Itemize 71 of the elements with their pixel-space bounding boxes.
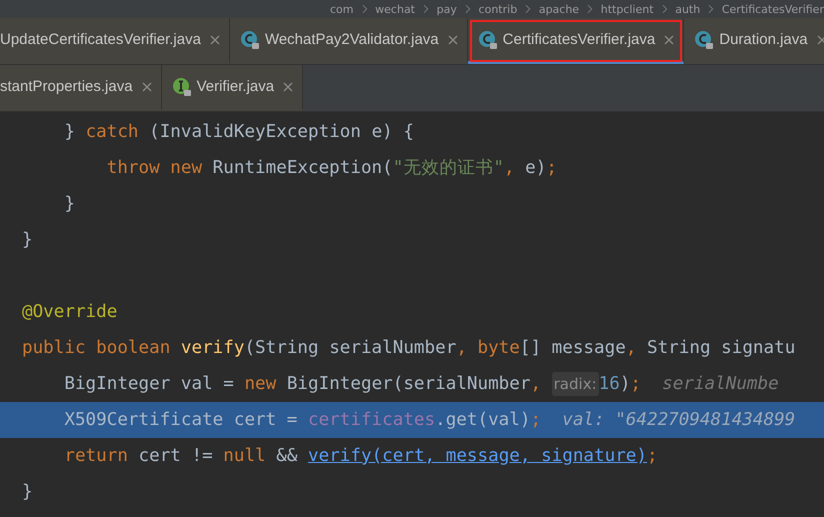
code-text: }	[63, 194, 75, 214]
close-icon[interactable]	[142, 82, 152, 92]
breadcrumb-item[interactable]: auth	[675, 2, 700, 16]
keyword: ,	[504, 158, 515, 178]
close-icon[interactable]	[210, 34, 220, 44]
code-text: }	[22, 230, 33, 250]
keyword: ,	[626, 338, 636, 358]
chevron-icon	[708, 4, 714, 14]
breadcrumb-item[interactable]: httpclient	[600, 2, 654, 16]
code-text: BigInteger val =	[63, 374, 235, 394]
chevron-icon	[362, 4, 368, 14]
chevron-icon	[464, 4, 471, 14]
debug-value: serialNumbe	[661, 374, 779, 394]
breadcrumb-item[interactable]: CertificatesVerifier	[722, 2, 824, 16]
class-icon	[694, 30, 714, 50]
keyword: ;	[546, 158, 557, 178]
code-text: &&	[275, 446, 298, 466]
chevron-icon	[587, 4, 593, 14]
method-call-link[interactable]: verify(cert, message, signature)	[308, 446, 647, 466]
close-icon[interactable]	[664, 34, 674, 44]
breadcrumb-item[interactable]: wechat	[375, 2, 415, 16]
keyword: null	[223, 446, 266, 466]
code-text: }	[22, 482, 33, 502]
close-icon[interactable]	[816, 34, 824, 44]
keyword: ;	[630, 374, 641, 394]
number-literal: 16	[598, 374, 620, 394]
keyword: public boolean	[22, 338, 172, 358]
interface-icon	[172, 76, 192, 96]
class-icon	[478, 30, 498, 50]
chevron-icon	[423, 4, 429, 14]
parameter-hint: radix:	[552, 372, 599, 396]
keyword: ;	[530, 410, 542, 430]
field-name: certificates	[308, 410, 436, 430]
editor-tab[interactable]: Duration.java	[684, 18, 824, 64]
code-text: BigInteger(serialNumber	[286, 374, 530, 394]
keyword: ;	[647, 446, 658, 466]
chevron-icon	[525, 4, 531, 14]
keyword: , byte	[456, 338, 520, 358]
debug-value: val: "6422709481434899	[561, 410, 796, 430]
code-text: }	[63, 122, 76, 142]
code-text: RuntimeException(	[212, 158, 393, 178]
keyword: return	[63, 446, 128, 466]
breadcrumb-item[interactable]: apache	[538, 2, 580, 16]
code-text: (String serialNumber	[244, 338, 456, 358]
code-text: String signatu	[646, 338, 796, 358]
editor-tab[interactable]: UpdateCertificatesVerifier.java	[0, 18, 230, 64]
editor-tab[interactable]: CertificatesVerifier.java	[468, 18, 684, 64]
close-icon[interactable]	[283, 82, 294, 92]
code-text: cert !=	[138, 446, 214, 466]
string-literal: "无效的证书"	[392, 158, 504, 178]
code-text: X509Certificate cert =	[63, 410, 298, 430]
annotation: @Override	[22, 302, 118, 322]
code-text: [] message	[520, 338, 626, 358]
keyword: ,	[530, 374, 542, 394]
chevron-icon	[662, 4, 668, 14]
breadcrumb-item[interactable]: contrib	[478, 2, 518, 16]
editor-tab[interactable]: stantProperties.java	[0, 65, 162, 111]
code-text: )	[620, 374, 630, 394]
code-text: (InvalidKeyException e) {	[148, 122, 414, 142]
editor-tab[interactable]: WechatPay2Validator.java	[230, 18, 468, 64]
keyword: throw new	[106, 158, 202, 178]
editor-tab[interactable]: Verifier.java	[162, 65, 304, 111]
code-text: .get(val)	[435, 410, 530, 430]
breadcrumb-item[interactable]: com	[330, 2, 354, 16]
keyword: catch	[86, 122, 139, 142]
keyword: new	[244, 374, 276, 394]
method-name: verify	[180, 338, 244, 358]
code-text: e)	[524, 158, 546, 178]
breadcrumb-item[interactable]: pay	[436, 2, 457, 16]
close-icon[interactable]	[448, 34, 458, 44]
class-icon	[240, 30, 260, 50]
